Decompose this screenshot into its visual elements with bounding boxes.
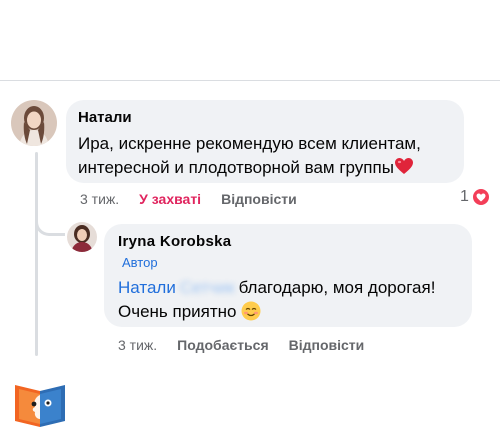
- heart-reaction-icon: [470, 187, 491, 207]
- thread-line: [35, 152, 38, 356]
- divider: [0, 80, 500, 81]
- reply-avatar-photo-icon: [67, 222, 97, 252]
- reply-time[interactable]: 3 тиж.: [118, 336, 157, 354]
- user-avatar[interactable]: [11, 100, 57, 146]
- avatar-photo-icon: [11, 100, 57, 146]
- author-badge: Автор: [122, 255, 158, 270]
- comment-actions: 3 тиж. У захваті Відповісти: [80, 190, 297, 208]
- mention-hidden: Сетчик: [179, 278, 235, 297]
- reply-bubble: Iryna Korobska Автор Натали Сетчик благода…: [104, 224, 472, 327]
- heart-emoji-icon: [394, 158, 414, 177]
- reaction-count: 1: [460, 188, 469, 205]
- smiling-face-icon: [241, 301, 261, 321]
- mention-link[interactable]: Натали: [118, 278, 176, 297]
- comment-bubble: Натали Ира, искренне рекомендую всем кли…: [66, 100, 464, 183]
- reply-actions: 3 тиж. Подобається Відповісти: [118, 336, 364, 354]
- like-button[interactable]: Подобається: [177, 336, 268, 354]
- reply-text-line1: Натали Сетчик благодарю, моя дорогая!: [118, 276, 458, 300]
- reply-avatar[interactable]: [67, 222, 97, 252]
- comment-text: Ира, искренне рекомендую всем клиентам, …: [78, 132, 452, 181]
- reaction-button[interactable]: У захваті: [139, 190, 201, 208]
- comment-author[interactable]: Натали: [78, 108, 452, 128]
- comment-time[interactable]: 3 тиж.: [80, 190, 119, 208]
- comment-body: Ира, искренне рекомендую всем клиентам, …: [78, 134, 421, 177]
- reply-button[interactable]: Відповісти: [221, 190, 297, 208]
- comment-thread: Натали Ира, искренне рекомендую всем кли…: [0, 0, 500, 444]
- reply-text: благодарю, моя дорогая!: [238, 278, 436, 297]
- book-face-logo-icon: [13, 377, 67, 431]
- reply-reply-button[interactable]: Відповісти: [289, 336, 365, 354]
- thread-connector: [35, 200, 65, 236]
- reply-text-line2: Очень приятно: [118, 300, 458, 324]
- reply-author[interactable]: Iryna Korobska: [118, 232, 458, 252]
- reply-text-2: Очень приятно: [118, 302, 237, 321]
- reaction-summary[interactable]: 1: [460, 187, 491, 207]
